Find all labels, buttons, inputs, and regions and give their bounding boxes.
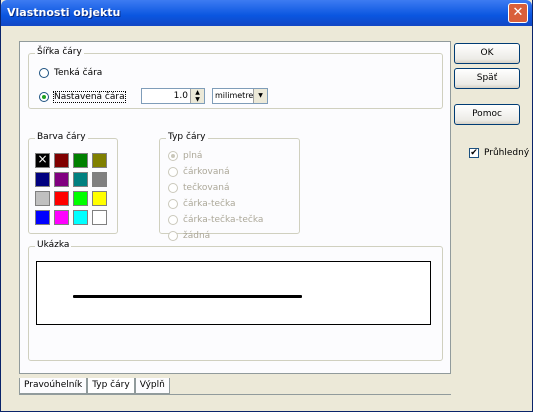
color-swatch[interactable] (92, 210, 107, 225)
chevron-down-icon[interactable]: ▼ (253, 89, 267, 103)
preview-line-sample (73, 295, 302, 298)
line-color-group: Barva čáry (28, 132, 118, 234)
spin-down-icon[interactable]: ▼ (191, 96, 204, 103)
color-swatch[interactable] (54, 172, 69, 187)
line-type-group-title: Typ čáry (166, 132, 208, 142)
unit-value: milimetre (215, 91, 254, 100)
line-type-radio-indicator[interactable] (168, 167, 178, 177)
line-type-radio-indicator[interactable] (168, 215, 178, 225)
line-type-radio-indicator[interactable] (168, 199, 178, 209)
radio-custom-label: Nastavená čára (53, 91, 126, 103)
color-swatch[interactable] (35, 152, 50, 168)
line-type-label: tečkovaná (183, 183, 230, 193)
tab-item[interactable]: Výplň (134, 378, 170, 394)
dialog-window: Vlastnosti objektu ✕ Šířka čáry Tenká čá… (0, 0, 533, 412)
color-swatch[interactable] (54, 153, 69, 168)
transparent-label: Průhledný (484, 148, 530, 158)
transparent-checkbox[interactable]: ✔ Průhledný (469, 148, 529, 158)
radio-thin-indicator[interactable] (39, 68, 49, 78)
line-type-option[interactable]: tečkovaná (168, 183, 229, 193)
line-type-label: žádná (183, 231, 211, 241)
radio-thin-line[interactable]: Tenká čára (39, 68, 102, 78)
spin-up-icon[interactable]: ▲ (191, 89, 204, 96)
width-spinner[interactable]: 1.0 ▲ ▼ (141, 88, 205, 104)
line-type-option[interactable]: čárkovaná (168, 167, 230, 177)
color-swatch[interactable] (92, 153, 107, 168)
radio-thin-label: Tenká čára (54, 68, 103, 78)
color-swatch[interactable] (35, 172, 50, 187)
color-swatch[interactable] (73, 191, 88, 206)
help-button[interactable]: Pomoc (454, 104, 520, 125)
color-swatch[interactable] (92, 172, 107, 187)
line-type-label: čárka-tečka (183, 199, 236, 209)
color-swatch[interactable] (73, 172, 88, 187)
preview-group-title: Ukázka (35, 240, 72, 250)
ok-button[interactable]: OK (454, 43, 520, 64)
unit-select[interactable]: milimetre ▼ (212, 88, 268, 104)
line-type-group: Typ čáry plná čárkovaná tečkovaná čárka-teč… (159, 132, 300, 241)
tab-strip: Pravoúhelník Typ čáry Výplň (19, 378, 170, 395)
line-type-label: čárka-tečka-tečka (183, 215, 264, 225)
color-swatch[interactable] (73, 210, 88, 225)
line-type-option[interactable]: plná (168, 151, 202, 161)
checkbox-indicator[interactable]: ✔ (469, 148, 479, 158)
preview-group: Ukázka (28, 240, 443, 361)
dialog-client: Šířka čáry Tenká čára Nastavená čára 1.0… (4, 26, 529, 408)
close-icon[interactable]: ✕ (508, 3, 528, 23)
undo-button[interactable]: Späť (454, 68, 520, 89)
line-type-option[interactable]: čárka-tečka-tečka (168, 215, 263, 225)
line-type-option[interactable]: čárka-tečka (168, 199, 236, 209)
tab-item[interactable]: Pravoúhelník (19, 378, 88, 394)
line-type-label: plná (183, 151, 203, 161)
line-type-radio-indicator[interactable] (168, 183, 178, 193)
title-bar[interactable]: Vlastnosti objektu ✕ (1, 0, 532, 26)
width-value: 1.0 (173, 91, 188, 101)
color-swatch[interactable] (35, 191, 50, 206)
tab-item[interactable]: Typ čáry (87, 378, 135, 394)
color-swatch[interactable] (54, 210, 69, 225)
color-swatch[interactable] (92, 191, 107, 206)
color-swatch[interactable] (35, 210, 50, 225)
line-width-group-title: Šířka čáry (35, 47, 84, 57)
line-type-radio-indicator[interactable] (168, 231, 178, 241)
line-type-option[interactable]: žádná (168, 231, 210, 241)
line-color-group-title: Barva čáry (35, 132, 88, 142)
window-title: Vlastnosti objektu (7, 6, 121, 19)
preview-canvas (36, 261, 431, 325)
line-type-label: čárkovaná (183, 167, 230, 177)
color-palette (35, 152, 107, 225)
spinner-buttons: ▲ ▼ (190, 89, 204, 103)
tab-page-line-type: Šířka čáry Tenká čára Nastavená čára 1.0… (19, 41, 451, 374)
radio-custom-indicator[interactable] (39, 92, 49, 102)
line-type-radio-indicator[interactable] (168, 151, 178, 161)
radio-custom-line[interactable]: Nastavená čára (39, 91, 126, 103)
color-swatch[interactable] (73, 153, 88, 168)
color-swatch[interactable] (54, 191, 69, 206)
